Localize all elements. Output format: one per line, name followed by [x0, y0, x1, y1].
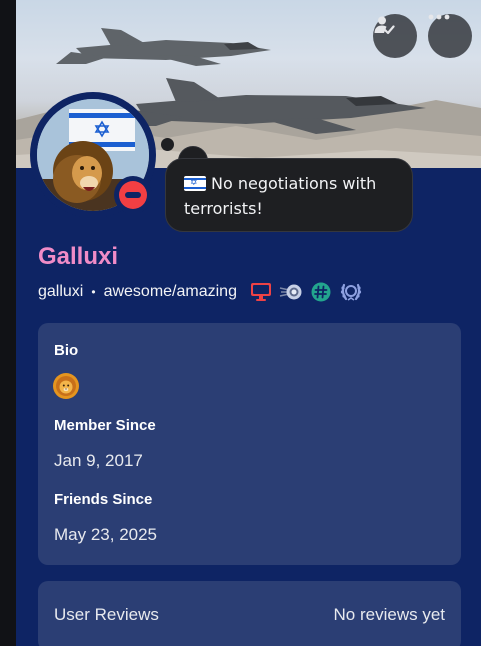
- ellipsis-icon: [428, 14, 450, 20]
- more-options-button[interactable]: [428, 14, 472, 58]
- member-since-value: Jan 9, 2017: [54, 451, 143, 470]
- user-reviews-status: No reviews yet: [333, 605, 445, 624]
- about-panel: Bio Member Since Jan 9, 2017 Friends Sin…: [38, 323, 461, 565]
- thought-bubble-dot-small: [161, 138, 174, 151]
- member-since-label: Member Since: [54, 417, 156, 434]
- custom-status-bubble: ✡ No negotiations with terrorists!: [165, 158, 413, 232]
- hashtag-icon: [311, 282, 331, 302]
- do-not-disturb-icon: [119, 181, 147, 209]
- left-edge-strip: [0, 0, 16, 646]
- pronouns: awesome/amazing: [103, 283, 237, 300]
- user-reviews-title: User Reviews: [54, 605, 159, 624]
- separator-dot: •: [91, 285, 96, 299]
- username[interactable]: galluxi: [38, 283, 83, 301]
- hypesquad-badge[interactable]: [339, 280, 363, 304]
- add-friend-button[interactable]: [373, 14, 417, 58]
- monitor-icon: [250, 283, 271, 301]
- user-profile-card: ✡ No negotiations with terrorists! Gallux…: [16, 0, 481, 646]
- username-row: galluxi • awesome/amazing: [38, 280, 363, 304]
- israel-flag-icon: ✡: [184, 176, 206, 191]
- active-developer-badge[interactable]: [249, 280, 273, 304]
- user-reviews-panel[interactable]: User Reviews No reviews yet: [38, 581, 461, 646]
- quest-badge[interactable]: [279, 280, 303, 304]
- badge-list: [249, 280, 363, 304]
- bio-label: Bio: [54, 342, 79, 359]
- laurel-icon: [340, 283, 362, 301]
- hashtag-badge[interactable]: [309, 280, 333, 304]
- orb-icon: [279, 284, 302, 300]
- person-check-icon: [374, 16, 395, 35]
- dnd-status-indicator: [114, 176, 152, 214]
- lion-face-icon: [53, 373, 79, 399]
- friends-since-label: Friends Since: [54, 491, 153, 508]
- custom-status-text: No negotiations with terrorists!: [184, 174, 377, 218]
- display-name: Galluxi: [38, 243, 119, 270]
- friends-since-value: May 23, 2025: [54, 525, 158, 544]
